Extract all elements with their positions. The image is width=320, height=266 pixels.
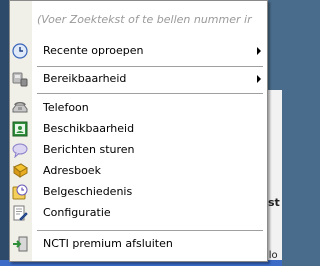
menu-item-phone[interactable]: Telefoon: [10, 98, 267, 118]
menu-item-label: Bereikbaarheid: [43, 72, 127, 85]
menu-item-recent-calls[interactable]: Recente oproepen: [10, 41, 267, 61]
menu-item-label: Belgeschiedenis: [43, 185, 133, 198]
search-input[interactable]: (Voer Zoektekst of te bellen nummer ir: [37, 11, 263, 29]
menu-separator: [37, 230, 263, 231]
menu-item-label: Configuratie: [43, 206, 111, 219]
menu-item-availability[interactable]: Beschikbaarheid: [10, 119, 267, 139]
submenu-arrow-icon: [257, 47, 261, 55]
context-menu: (Voer Zoektekst of te bellen nummer ir R…: [9, 0, 268, 262]
menu-item-label: Beschikbaarheid: [43, 122, 135, 135]
menu-item-reachability[interactable]: Bereikbaarheid: [10, 69, 267, 89]
menu-item-label: Adresboek: [43, 164, 101, 177]
menu-separator: [37, 66, 263, 67]
submenu-arrow-icon: [257, 75, 261, 83]
background-text-fragment: st: [268, 196, 280, 209]
background-window-edge: [0, 0, 9, 266]
message-bubble-icon: [12, 142, 28, 159]
exit-icon: [12, 236, 28, 252]
menu-item-call-history[interactable]: Belgeschiedenis: [10, 182, 267, 202]
menu-separator: [37, 93, 263, 94]
menu-item-label: Telefoon: [43, 101, 89, 114]
reachability-icon: [12, 71, 28, 87]
menu-item-label: Recente oproepen: [43, 44, 144, 57]
menu-item-label: NCTI premium afsluiten: [43, 237, 173, 250]
address-book-icon: [12, 163, 28, 179]
phone-icon: [12, 100, 28, 116]
clock-icon: [12, 43, 28, 59]
configuration-icon: [12, 205, 28, 221]
menu-item-label: Berichten sturen: [43, 143, 135, 156]
menu-item-address-book[interactable]: Adresboek: [10, 161, 267, 181]
menu-item-send-messages[interactable]: Berichten sturen: [10, 140, 267, 160]
call-history-icon: [12, 184, 28, 200]
menu-item-exit[interactable]: NCTI premium afsluiten: [10, 234, 267, 254]
menu-item-configuration[interactable]: Configuratie: [10, 203, 267, 223]
availability-icon: [12, 121, 28, 137]
